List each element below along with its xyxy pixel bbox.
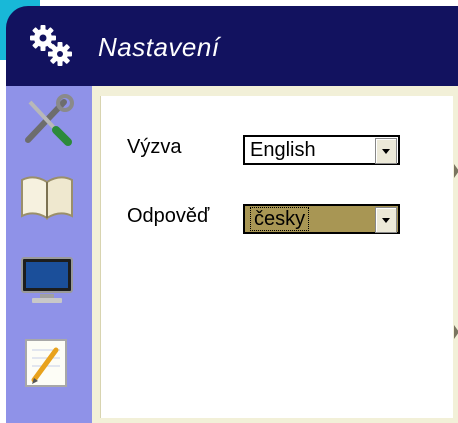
scroll-right-arrow-icon[interactable]	[454, 164, 458, 178]
answer-language-value: česky	[250, 207, 310, 231]
answer-language-label: Odpověď	[127, 205, 210, 227]
dropdown-button[interactable]	[375, 207, 397, 233]
chevron-down-icon	[382, 149, 390, 154]
tools-icon[interactable]	[18, 94, 76, 146]
monitor-icon[interactable]	[18, 254, 76, 306]
dropdown-button[interactable]	[375, 138, 397, 164]
scroll-right-arrow-icon[interactable]	[454, 325, 458, 339]
prompt-language-value: English	[250, 139, 316, 161]
gears-icon	[30, 25, 72, 66]
prompt-language-label: Výzva	[127, 136, 182, 158]
notepad-pencil-icon[interactable]	[18, 336, 76, 388]
sidebar	[6, 86, 92, 423]
prompt-language-select[interactable]: English	[243, 135, 400, 165]
window-title: Nastavení	[98, 32, 220, 62]
chevron-down-icon	[382, 218, 390, 223]
title-bar: Nastavení	[6, 6, 458, 86]
answer-language-select[interactable]: česky	[243, 204, 400, 234]
book-icon[interactable]	[18, 170, 76, 222]
